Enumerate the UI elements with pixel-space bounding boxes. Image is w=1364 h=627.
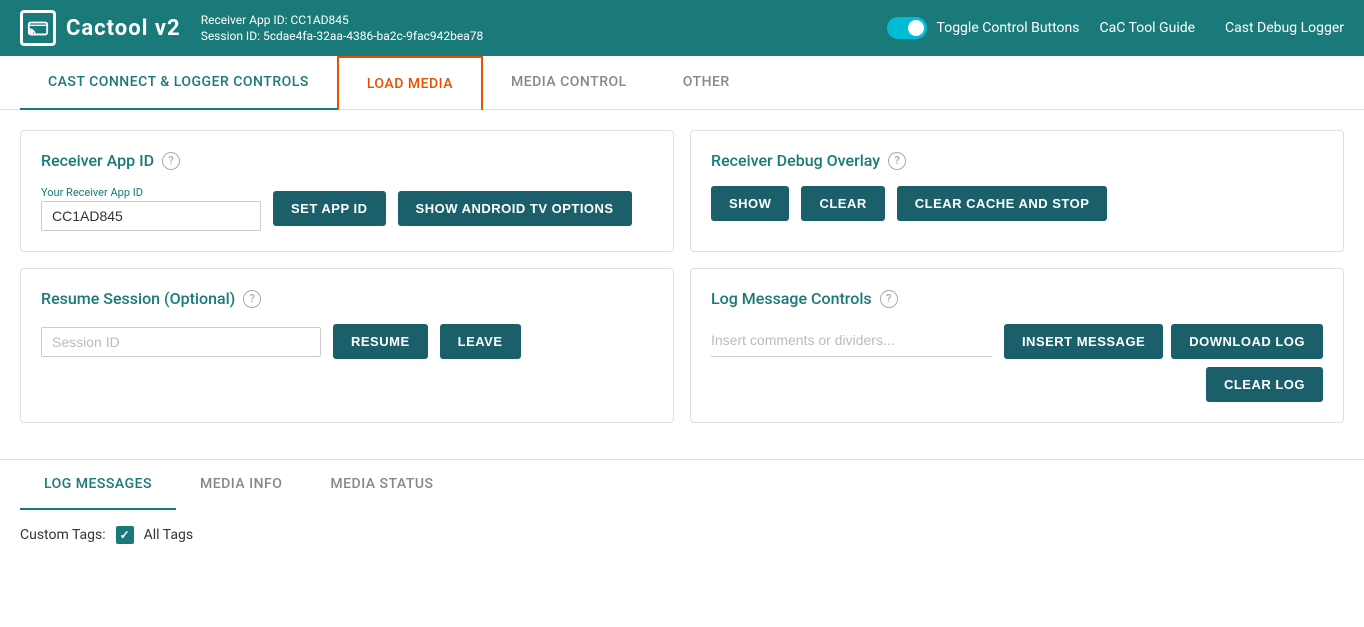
logo: Cactool v2 [20,10,181,46]
custom-tags-row: Custom Tags: All Tags [20,510,1344,560]
receiver-app-id-body: Your Receiver App ID SET APP ID SHOW AND… [41,186,653,231]
session-id-input[interactable] [41,327,321,357]
log-btn-row-1: INSERT MESSAGE DOWNLOAD LOG [1004,324,1323,359]
header-links: CaC Tool Guide Cast Debug Logger [1100,20,1345,36]
receiver-app-id-panel: Receiver App ID ? Your Receiver App ID S… [20,130,674,252]
clear-debug-button[interactable]: CLEAR [801,186,884,221]
resume-session-body: RESUME LEAVE [41,324,653,359]
log-message-label: Log Message Controls [711,289,872,308]
leave-button[interactable]: LEAVE [440,324,521,359]
receiver-app-id-input-label: Your Receiver App ID [41,186,261,199]
log-message-controls-panel: Log Message Controls ? INSERT MESSAGE DO… [690,268,1344,423]
clear-log-button[interactable]: CLEAR LOG [1206,367,1323,402]
custom-tags-label: Custom Tags: [20,527,106,543]
log-comment-input[interactable] [711,324,992,357]
receiver-app-id-title: Receiver App ID ? [41,151,653,170]
receiver-app-id-header: Receiver App ID: CC1AD845 [201,13,867,27]
app-header: Cactool v2 Receiver App ID: CC1AD845 Ses… [0,0,1364,56]
header-info: Receiver App ID: CC1AD845 Session ID: 5c… [201,13,867,43]
log-message-body: INSERT MESSAGE DOWNLOAD LOG CLEAR LOG [711,324,1323,402]
receiver-debug-body: SHOW CLEAR CLEAR CACHE AND STOP [711,186,1323,221]
tab-media-info[interactable]: MEDIA INFO [176,460,306,510]
clear-cache-stop-button[interactable]: CLEAR CACHE AND STOP [897,186,1108,221]
tab-media-status[interactable]: MEDIA STATUS [306,460,457,510]
top-panels-row: Receiver App ID ? Your Receiver App ID S… [20,130,1344,252]
log-message-help-icon[interactable]: ? [880,290,898,308]
cast-icon [20,10,56,46]
show-android-tv-button[interactable]: SHOW ANDROID TV OPTIONS [398,191,632,226]
main-content: Receiver App ID ? Your Receiver App ID S… [0,110,1364,459]
resume-session-help-icon[interactable]: ? [243,290,261,308]
bottom-tabs: LOG MESSAGES MEDIA INFO MEDIA STATUS [20,460,1344,510]
cac-tool-guide-link[interactable]: CaC Tool Guide [1100,20,1196,36]
all-tags-label: All Tags [144,527,193,543]
show-debug-button[interactable]: SHOW [711,186,789,221]
log-message-title: Log Message Controls ? [711,289,1323,308]
receiver-app-id-input[interactable] [41,201,261,231]
receiver-debug-help-icon[interactable]: ? [888,152,906,170]
resume-button[interactable]: RESUME [333,324,428,359]
bottom-panels-row: Resume Session (Optional) ? RESUME LEAVE… [20,268,1344,423]
set-app-id-button[interactable]: SET APP ID [273,191,386,226]
receiver-debug-overlay-panel: Receiver Debug Overlay ? SHOW CLEAR CLEA… [690,130,1344,252]
tab-log-messages[interactable]: LOG MESSAGES [20,460,176,510]
log-button-group: INSERT MESSAGE DOWNLOAD LOG CLEAR LOG [1004,324,1323,402]
cast-debug-logger-link[interactable]: Cast Debug Logger [1225,20,1344,36]
toggle-control[interactable]: Toggle Control Buttons [887,17,1080,39]
resume-session-panel: Resume Session (Optional) ? RESUME LEAVE [20,268,674,423]
tab-load-media[interactable]: LOAD MEDIA [337,56,483,110]
tab-other[interactable]: OTHER [655,56,758,110]
all-tags-checkbox[interactable] [116,526,134,544]
toggle-label: Toggle Control Buttons [937,20,1080,36]
receiver-app-id-label: Receiver App ID [41,151,154,170]
insert-message-button[interactable]: INSERT MESSAGE [1004,324,1163,359]
download-log-button[interactable]: DOWNLOAD LOG [1171,324,1323,359]
receiver-app-id-input-wrapper: Your Receiver App ID [41,186,261,231]
receiver-app-id-help-icon[interactable]: ? [162,152,180,170]
main-tabs: CAST CONNECT & LOGGER CONTROLS LOAD MEDI… [0,56,1364,110]
session-id-header: Session ID: 5cdae4fa-32aa-4386-ba2c-9fac… [201,29,867,43]
logo-text: Cactool v2 [66,16,181,41]
tab-cast-connect[interactable]: CAST CONNECT & LOGGER CONTROLS [20,56,337,110]
resume-session-label: Resume Session (Optional) [41,289,235,308]
receiver-debug-title: Receiver Debug Overlay ? [711,151,1323,170]
bottom-section: LOG MESSAGES MEDIA INFO MEDIA STATUS Cus… [0,459,1364,560]
tab-media-control[interactable]: MEDIA CONTROL [483,56,655,110]
receiver-debug-label: Receiver Debug Overlay [711,151,880,170]
toggle-switch[interactable] [887,17,927,39]
log-btn-row-2: CLEAR LOG [1206,367,1323,402]
resume-session-title: Resume Session (Optional) ? [41,289,653,308]
